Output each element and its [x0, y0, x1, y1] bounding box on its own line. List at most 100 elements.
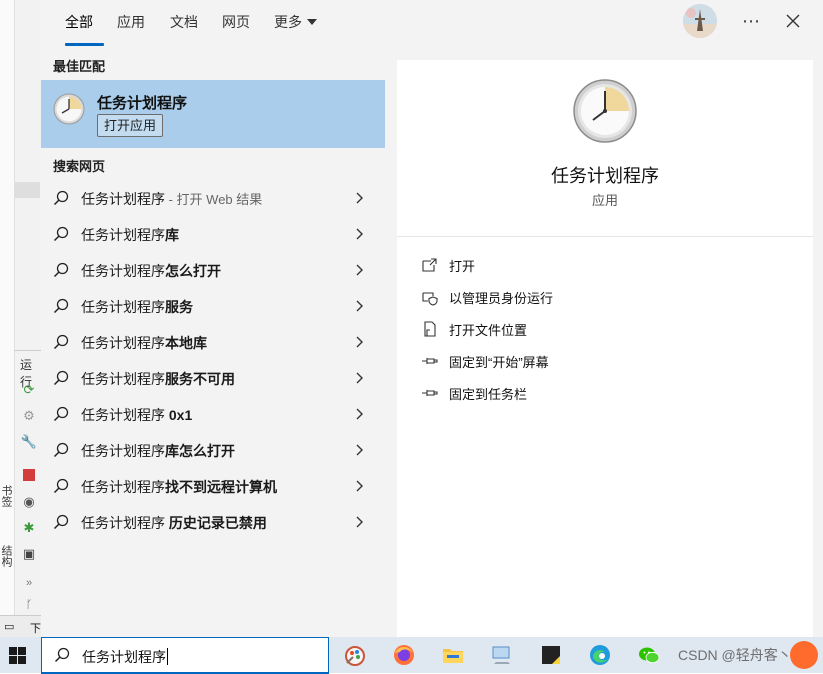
best-match-heading: 最佳匹配: [53, 59, 106, 74]
folder-location-icon: [424, 321, 436, 337]
action-open-file-location[interactable]: 打开文件位置: [421, 318, 527, 340]
web-result-suggestion: 库: [165, 227, 179, 243]
action-pin-to-start[interactable]: 固定到“开始”屏幕: [421, 350, 549, 372]
chevron-right-icon: [356, 516, 363, 528]
chevron-right-icon: [356, 336, 363, 348]
web-result-text: 任务计划程序服务: [81, 297, 193, 317]
search-web-heading: 搜索网页: [53, 159, 106, 174]
web-result-row[interactable]: 任务计划程序服务: [41, 288, 385, 324]
chevron-right-icon: [356, 228, 363, 240]
branch-icon[interactable]: ᚴ: [21, 597, 37, 613]
search-icon: [54, 647, 70, 663]
web-result-suggestion: 找不到远程计算机: [165, 479, 277, 495]
web-result-row[interactable]: 任务计划程序找不到远程计算机: [41, 468, 385, 504]
web-result-text: 任务计划程序 历史记录已禁用: [81, 513, 267, 533]
chevron-right-icon: [356, 372, 363, 384]
detail-app-type: 应用: [591, 193, 618, 208]
firefox-icon[interactable]: [392, 643, 416, 667]
ide-separator: [14, 350, 41, 351]
active-tab-indicator: [65, 43, 104, 46]
remote-desktop-icon[interactable]: [490, 643, 514, 667]
web-result-text: 任务计划程序 0x1: [81, 405, 192, 425]
best-match-item[interactable]: 任务计划程序 打开应用: [41, 80, 385, 148]
web-result-text: 任务计划程序怎么打开: [81, 261, 221, 281]
web-result-row[interactable]: 任务计划程序库怎么打开: [41, 432, 385, 468]
web-result-prefix: 任务计划程序: [81, 371, 165, 387]
web-result-row[interactable]: 任务计划程序服务不可用: [41, 360, 385, 396]
open-external-icon: [422, 258, 437, 272]
eye-icon[interactable]: ◉: [21, 494, 37, 510]
tab-more[interactable]: 更多: [274, 12, 317, 32]
ide-bottom-icon[interactable]: ▭: [4, 620, 14, 633]
web-result-prefix: 任务计划程序: [81, 407, 169, 423]
web-result-row[interactable]: 任务计划程序库: [41, 216, 385, 252]
web-result-row[interactable]: 任务计划程序 - 打开 Web 结果: [41, 180, 385, 216]
notification-avatar-icon[interactable]: [790, 641, 818, 669]
taskbar: 任务计划程序 CSDN @轻舟客丶: [0, 637, 823, 674]
web-result-row[interactable]: 任务计划程序 0x1: [41, 396, 385, 432]
detail-pane: 任务计划程序 应用 打开 以管理员身份运行 打开文件位置 固定到“开始”屏幕 固…: [397, 60, 813, 637]
tab-documents[interactable]: 文档: [170, 12, 198, 32]
web-result-prefix: 任务计划程序: [81, 479, 165, 495]
action-pin-to-taskbar[interactable]: 固定到任务栏: [421, 382, 527, 404]
text-cursor: [167, 648, 168, 665]
windows-start-icon[interactable]: [9, 647, 26, 664]
search-icon: [53, 262, 69, 278]
pin-icon: [422, 358, 438, 364]
open-app-button[interactable]: 打开应用: [97, 114, 164, 137]
edge-icon[interactable]: [588, 643, 612, 667]
rerun-icon[interactable]: ⟳: [21, 382, 37, 398]
debug-icon[interactable]: ⚙: [21, 408, 37, 424]
web-result-row[interactable]: 任务计划程序本地库: [41, 324, 385, 360]
ellipsis-icon[interactable]: ⋯: [738, 8, 764, 34]
tab-more-label: 更多: [274, 14, 302, 30]
web-result-subtext: - 打开 Web 结果: [165, 192, 263, 207]
sticky-notes-icon[interactable]: [539, 643, 563, 667]
search-icon: [53, 226, 69, 242]
web-result-text: 任务计划程序本地库: [81, 333, 207, 353]
action-run-as-admin-label: 以管理员身份运行: [449, 290, 554, 306]
ide-side-strip: [0, 0, 15, 637]
action-pin-to-start-label: 固定到“开始”屏幕: [449, 354, 549, 370]
web-result-suggestion: 怎么打开: [165, 263, 221, 279]
close-icon[interactable]: [780, 8, 806, 34]
search-icon: [53, 514, 69, 530]
taskbar-search-box[interactable]: 任务计划程序: [41, 637, 329, 674]
web-result-prefix: 任务计划程序: [81, 443, 165, 459]
detail-divider: [397, 236, 813, 237]
chevron-down-icon: [307, 19, 317, 25]
shield-admin-icon: [422, 292, 438, 306]
web-result-text: 任务计划程序库怎么打开: [81, 441, 235, 461]
clock-icon: [53, 93, 85, 125]
detail-app-name: 任务计划程序: [551, 166, 659, 186]
paint-app-icon[interactable]: [343, 643, 367, 667]
search-input[interactable]: 任务计划程序: [82, 647, 168, 667]
gear-run-icon[interactable]: ✱: [21, 520, 37, 536]
wechat-icon[interactable]: [637, 643, 661, 667]
tab-web[interactable]: 网页: [222, 12, 250, 32]
watermark-text: CSDN @轻舟客丶: [678, 647, 792, 663]
web-result-row[interactable]: 任务计划程序 历史记录已禁用: [41, 504, 385, 540]
stop-icon[interactable]: [21, 467, 37, 483]
web-result-prefix: 任务计划程序: [81, 263, 165, 279]
wrench-icon[interactable]: 🔧: [21, 434, 37, 450]
avatar[interactable]: [683, 4, 717, 38]
web-result-text: 任务计划程序服务不可用: [81, 369, 235, 389]
search-icon: [53, 190, 69, 206]
tab-all[interactable]: 全部: [65, 12, 93, 32]
file-explorer-icon[interactable]: [441, 643, 465, 667]
action-run-as-admin[interactable]: 以管理员身份运行: [421, 286, 553, 308]
double-chevron-icon[interactable]: »: [21, 575, 37, 591]
chevron-right-icon: [356, 444, 363, 456]
action-open-label: 打开: [449, 258, 476, 274]
tab-apps[interactable]: 应用: [117, 12, 145, 32]
search-icon: [53, 406, 69, 422]
ide-structure-label[interactable]: 结构: [0, 545, 14, 567]
camera-icon[interactable]: ▣: [21, 546, 37, 562]
action-open-file-location-label: 打开文件位置: [449, 322, 528, 338]
web-result-row[interactable]: 任务计划程序怎么打开: [41, 252, 385, 288]
pin-icon: [422, 390, 438, 396]
web-result-suggestion: 服务: [165, 299, 193, 315]
action-open[interactable]: 打开: [421, 254, 475, 276]
ide-bookmarks-label[interactable]: 书签: [0, 485, 14, 507]
